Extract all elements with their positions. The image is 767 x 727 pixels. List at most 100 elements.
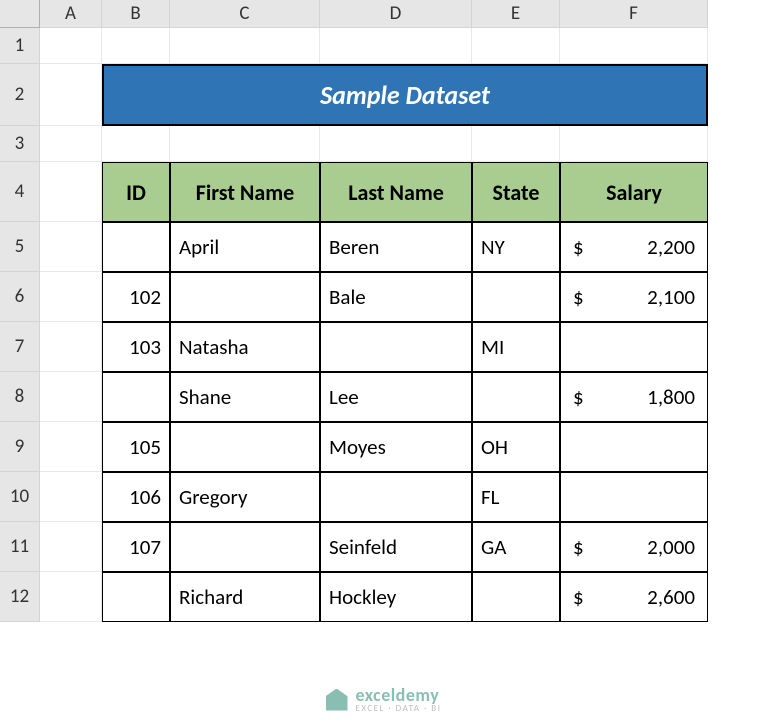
cell-F1[interactable] — [560, 28, 708, 64]
cell-salary[interactable] — [560, 472, 708, 522]
cell-salary[interactable]: $1,800 — [560, 372, 708, 422]
cell-A1[interactable] — [40, 28, 102, 64]
cell-state[interactable]: MI — [472, 322, 560, 372]
cell-A8[interactable] — [40, 372, 102, 422]
cell-first-name[interactable]: Shane — [170, 372, 320, 422]
row-header-7[interactable]: 7 — [0, 322, 40, 372]
row-header-3[interactable]: 3 — [0, 126, 40, 162]
cell-id[interactable]: 102 — [102, 272, 170, 322]
currency-symbol: $ — [569, 384, 584, 410]
cell-D1[interactable] — [320, 28, 472, 64]
cell-F3[interactable] — [560, 126, 708, 162]
salary-amount: 2,600 — [647, 584, 699, 610]
row-header-12[interactable]: 12 — [0, 572, 40, 622]
salary-amount: 1,800 — [647, 384, 699, 410]
cell-salary[interactable] — [560, 422, 708, 472]
cell-salary[interactable]: $2,100 — [560, 272, 708, 322]
col-header-E[interactable]: E — [472, 0, 560, 28]
cell-A10[interactable] — [40, 472, 102, 522]
cell-last-name[interactable] — [320, 472, 472, 522]
cell-id[interactable] — [102, 222, 170, 272]
cell-first-name[interactable]: Natasha — [170, 322, 320, 372]
cell-C1[interactable] — [170, 28, 320, 64]
cell-state[interactable] — [472, 372, 560, 422]
cell-id[interactable]: 106 — [102, 472, 170, 522]
cell-state[interactable]: GA — [472, 522, 560, 572]
cell-salary[interactable]: $2,600 — [560, 572, 708, 622]
cell-id[interactable] — [102, 372, 170, 422]
cell-A3[interactable] — [40, 126, 102, 162]
cell-B3[interactable] — [102, 126, 170, 162]
cell-E3[interactable] — [472, 126, 560, 162]
cell-last-name[interactable]: Lee — [320, 372, 472, 422]
cell-B1[interactable] — [102, 28, 170, 64]
cell-A11[interactable] — [40, 522, 102, 572]
cell-A5[interactable] — [40, 222, 102, 272]
cell-salary[interactable] — [560, 322, 708, 372]
cell-state[interactable] — [472, 572, 560, 622]
cell-last-name[interactable] — [320, 322, 472, 372]
table-header-state[interactable]: State — [472, 162, 560, 222]
row-header-2[interactable]: 2 — [0, 64, 40, 126]
col-header-B[interactable]: B — [102, 0, 170, 28]
table-header-last-name[interactable]: Last Name — [320, 162, 472, 222]
cell-id[interactable]: 105 — [102, 422, 170, 472]
currency-symbol: $ — [569, 284, 584, 310]
row-header-9[interactable]: 9 — [0, 422, 40, 472]
cell-last-name[interactable]: Hockley — [320, 572, 472, 622]
cell-D3[interactable] — [320, 126, 472, 162]
cell-E1[interactable] — [472, 28, 560, 64]
cell-id[interactable]: 103 — [102, 322, 170, 372]
watermark: exceldemy EXCEL · DATA · BI — [326, 686, 442, 713]
salary-amount: 2,200 — [647, 234, 699, 260]
cell-state[interactable]: OH — [472, 422, 560, 472]
cell-A4[interactable] — [40, 162, 102, 222]
cell-C3[interactable] — [170, 126, 320, 162]
row-header-10[interactable]: 10 — [0, 472, 40, 522]
cell-last-name[interactable]: Bale — [320, 272, 472, 322]
cell-last-name[interactable]: Seinfeld — [320, 522, 472, 572]
cell-first-name[interactable] — [170, 422, 320, 472]
cell-A9[interactable] — [40, 422, 102, 472]
col-header-F[interactable]: F — [560, 0, 708, 28]
cell-first-name[interactable] — [170, 522, 320, 572]
row-header-4[interactable]: 4 — [0, 162, 40, 222]
row-header-8[interactable]: 8 — [0, 372, 40, 422]
cell-last-name[interactable]: Moyes — [320, 422, 472, 472]
cell-last-name[interactable]: Beren — [320, 222, 472, 272]
salary-amount: 2,100 — [647, 284, 699, 310]
table-header-id[interactable]: ID — [102, 162, 170, 222]
spreadsheet-grid: A B C D E F 1 2 Sample Dataset 3 4 ID Fi… — [0, 0, 767, 622]
title-banner[interactable]: Sample Dataset — [102, 64, 708, 126]
row-header-6[interactable]: 6 — [0, 272, 40, 322]
col-header-A[interactable]: A — [40, 0, 102, 28]
cell-first-name[interactable]: Richard — [170, 572, 320, 622]
cell-A7[interactable] — [40, 322, 102, 372]
cell-id[interactable] — [102, 572, 170, 622]
col-header-D[interactable]: D — [320, 0, 472, 28]
cell-state[interactable]: FL — [472, 472, 560, 522]
cell-first-name[interactable]: April — [170, 222, 320, 272]
table-header-first-name[interactable]: First Name — [170, 162, 320, 222]
cell-id[interactable]: 107 — [102, 522, 170, 572]
cell-first-name[interactable] — [170, 272, 320, 322]
table-header-salary[interactable]: Salary — [560, 162, 708, 222]
row-header-5[interactable]: 5 — [0, 222, 40, 272]
cell-A2[interactable] — [40, 64, 102, 126]
watermark-tagline: EXCEL · DATA · BI — [356, 704, 442, 713]
watermark-brand: exceldemy — [356, 686, 442, 704]
row-header-1[interactable]: 1 — [0, 28, 40, 64]
currency-symbol: $ — [569, 234, 584, 260]
cell-A6[interactable] — [40, 272, 102, 322]
cell-state[interactable] — [472, 272, 560, 322]
cell-state[interactable]: NY — [472, 222, 560, 272]
cell-salary[interactable]: $2,000 — [560, 522, 708, 572]
cell-first-name[interactable]: Gregory — [170, 472, 320, 522]
col-header-C[interactable]: C — [170, 0, 320, 28]
currency-symbol: $ — [569, 584, 584, 610]
cell-salary[interactable]: $2,200 — [560, 222, 708, 272]
select-all-corner[interactable] — [0, 0, 40, 28]
cell-A12[interactable] — [40, 572, 102, 622]
row-header-11[interactable]: 11 — [0, 522, 40, 572]
exceldemy-logo-icon — [326, 689, 348, 711]
